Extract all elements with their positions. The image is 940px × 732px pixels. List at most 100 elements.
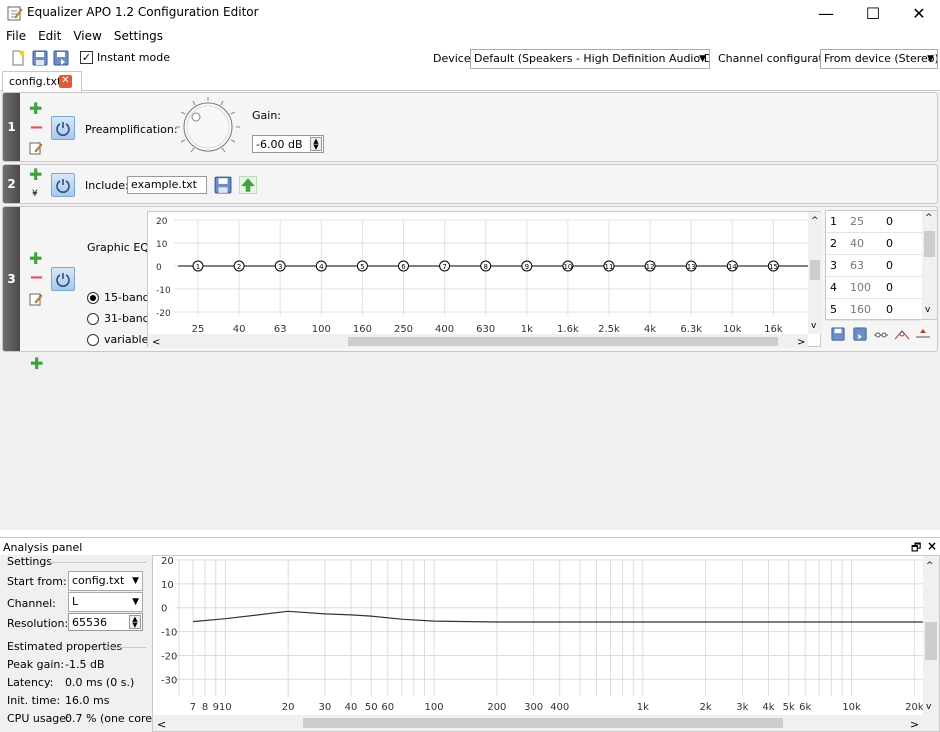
an-x-tick: 5k [783, 702, 795, 713]
edit-icon[interactable] [29, 292, 43, 306]
gain-label: Gain: [252, 109, 281, 122]
add-filter-icon[interactable]: ✚ [29, 251, 42, 267]
band-table-row[interactable]: 2 40 0 [826, 233, 922, 255]
remove-filter-icon[interactable]: − [29, 269, 44, 287]
band-table-cell-gain[interactable]: 0 [886, 281, 893, 294]
edit-icon[interactable] [29, 141, 43, 155]
filter-block-graphic-eq: 3 ✚ − Graphic EQ: 15-band 31-band variab… [2, 206, 938, 352]
device-dropdown[interactable]: Default (Speakers - High Definition Audi… [470, 49, 710, 69]
close-tab-icon[interactable]: ✕ [59, 75, 72, 88]
add-filter-icon[interactable]: ✚ [29, 101, 42, 117]
scrollbar-thumb [810, 260, 820, 280]
eq-band-number: 9 [525, 263, 529, 271]
remove-filter-icon[interactable]: − [29, 119, 44, 137]
scroll-up-icon: ^ [811, 216, 819, 226]
peak-gain-value: -1.5 dB [65, 658, 105, 671]
include-file-input[interactable]: example.txt [127, 176, 207, 194]
band-table-cell-gain[interactable]: 0 [886, 215, 893, 228]
band-table-row[interactable]: 3 63 0 [826, 255, 922, 277]
graphic-eq-plot[interactable]: 20 10 0 -10 -20 25 40 63 100 160 250 400 630 1k 1.6k 2.… [147, 211, 822, 348]
spin-arrows-icon[interactable]: ▲ ▼ [129, 615, 141, 629]
analysis-panel: Settings Start from: config.txt ▼ Channe… [0, 555, 940, 732]
menu-settings[interactable]: Settings [108, 26, 169, 46]
minimize-button[interactable]: — [803, 0, 849, 26]
tab-config[interactable]: config.txt ✕ [2, 71, 82, 92]
spin-arrows-icon[interactable]: ▲ ▼ [310, 137, 322, 151]
band-table-cell-freq[interactable]: 63 [850, 259, 864, 272]
channel-dropdown[interactable]: L ▼ [68, 592, 143, 612]
an-y-tick: -30 [161, 675, 177, 686]
scroll-right-icon: > [797, 337, 805, 348]
power-toggle-button[interactable] [51, 173, 75, 197]
an-x-tick: 20 [282, 702, 295, 713]
radio-15-band-label: 15-band [104, 291, 150, 304]
power-toggle-button[interactable] [51, 267, 75, 291]
menu-edit[interactable]: Edit [32, 26, 67, 46]
filter-number: 3 [3, 207, 20, 351]
add-filter-bottom-icon[interactable]: ✚ [30, 356, 43, 372]
save-as-icon[interactable] [53, 50, 69, 66]
band-table-row[interactable]: 1 25 0 [826, 211, 922, 233]
init-time-value: 16.0 ms [65, 694, 110, 707]
scroll-left-icon: < [157, 718, 166, 731]
gain-knob[interactable] [171, 95, 245, 159]
resolution-spinbox[interactable]: 65536 ▲ ▼ [68, 613, 143, 631]
expand-icon[interactable]: ¥ [32, 189, 38, 199]
frequency-response-chart: 20100-10-20-307 8 9 10 20 30 40 50 60 100 200 300 40… [153, 556, 939, 731]
channel-value: L [72, 595, 79, 608]
chevron-down-icon: ▼ [927, 54, 934, 64]
band-table-cell-gain[interactable]: 0 [886, 303, 893, 316]
eq-band-number: 14 [728, 263, 737, 271]
power-toggle-button[interactable] [51, 116, 75, 140]
add-filter-icon[interactable]: ✚ [29, 167, 42, 183]
cpu-usage-label: CPU usage: [7, 712, 70, 725]
gain-spinbox[interactable]: -6.00 dB ▲ ▼ [252, 135, 324, 153]
scroll-up-icon: ^ [926, 561, 934, 571]
import-bands-icon[interactable] [853, 327, 867, 341]
flatten-eq-icon[interactable] [873, 328, 889, 341]
scroll-up-icon[interactable]: ^ [925, 213, 933, 223]
latency-value: 0.0 ms (0 s.) [65, 676, 135, 689]
scrollbar-thumb[interactable] [924, 231, 935, 257]
start-from-dropdown[interactable]: config.txt ▼ [68, 571, 143, 591]
channel-config-dropdown[interactable]: From device (Stereo) ▼ [820, 49, 938, 69]
close-panel-icon[interactable]: × [927, 539, 937, 553]
radio-variable[interactable] [87, 334, 99, 346]
invert-eq-icon[interactable] [894, 328, 910, 341]
band-table-cell-n: 3 [830, 259, 837, 272]
close-button[interactable]: ✕ [896, 0, 940, 26]
save-bands-icon[interactable] [831, 327, 845, 341]
band-table-cell-gain[interactable]: 0 [886, 237, 893, 250]
save-icon[interactable] [32, 50, 48, 66]
band-table-cell-freq[interactable]: 40 [850, 237, 864, 250]
analysis-plot[interactable]: 20 10 0 -10 -20 -30 7 8 9 10 20 30 40 50 60 100 200 300 40… [152, 555, 940, 732]
scroll-down-icon[interactable]: v [925, 305, 930, 315]
an-x-tick: 400 [550, 702, 569, 713]
normalize-eq-icon[interactable] [915, 328, 931, 341]
settings-group-line [50, 562, 146, 563]
band-table-cell-freq[interactable]: 25 [850, 215, 864, 228]
an-x-tick: 3k [736, 702, 748, 713]
menu-view[interactable]: View [67, 26, 107, 46]
eq-band-number: 8 [483, 263, 487, 271]
graphic-eq-chart[interactable]: 20100-10-2025 40 63 100 160 250 400 630 1k 1.6k 2.… [148, 212, 822, 348]
band-table-row[interactable]: 5 160 0 [826, 299, 922, 321]
open-file-icon[interactable] [214, 176, 232, 194]
menu-file[interactable]: File [0, 26, 32, 46]
band-table-cell-n: 4 [830, 281, 837, 294]
radio-31-band[interactable] [87, 313, 99, 325]
eq-band-number: 12 [646, 263, 655, 271]
band-table-cell-freq[interactable]: 100 [850, 281, 871, 294]
new-file-icon[interactable] [10, 50, 26, 66]
maximize-button[interactable]: ☐ [850, 0, 896, 26]
band-table-scrollbar[interactable]: ^ v [922, 211, 937, 319]
radio-15-band[interactable] [87, 292, 99, 304]
eq-band-number: 7 [442, 263, 446, 271]
band-table-cell-freq[interactable]: 160 [850, 303, 871, 316]
band-table-row[interactable]: 4 100 0 [826, 277, 922, 299]
eq-x-tick: 1k [521, 324, 533, 335]
up-arrow-icon[interactable] [239, 176, 257, 194]
instant-mode-checkbox[interactable]: ✓ [80, 51, 93, 64]
an-y-tick: -10 [161, 628, 177, 639]
band-table-cell-gain[interactable]: 0 [886, 259, 893, 272]
